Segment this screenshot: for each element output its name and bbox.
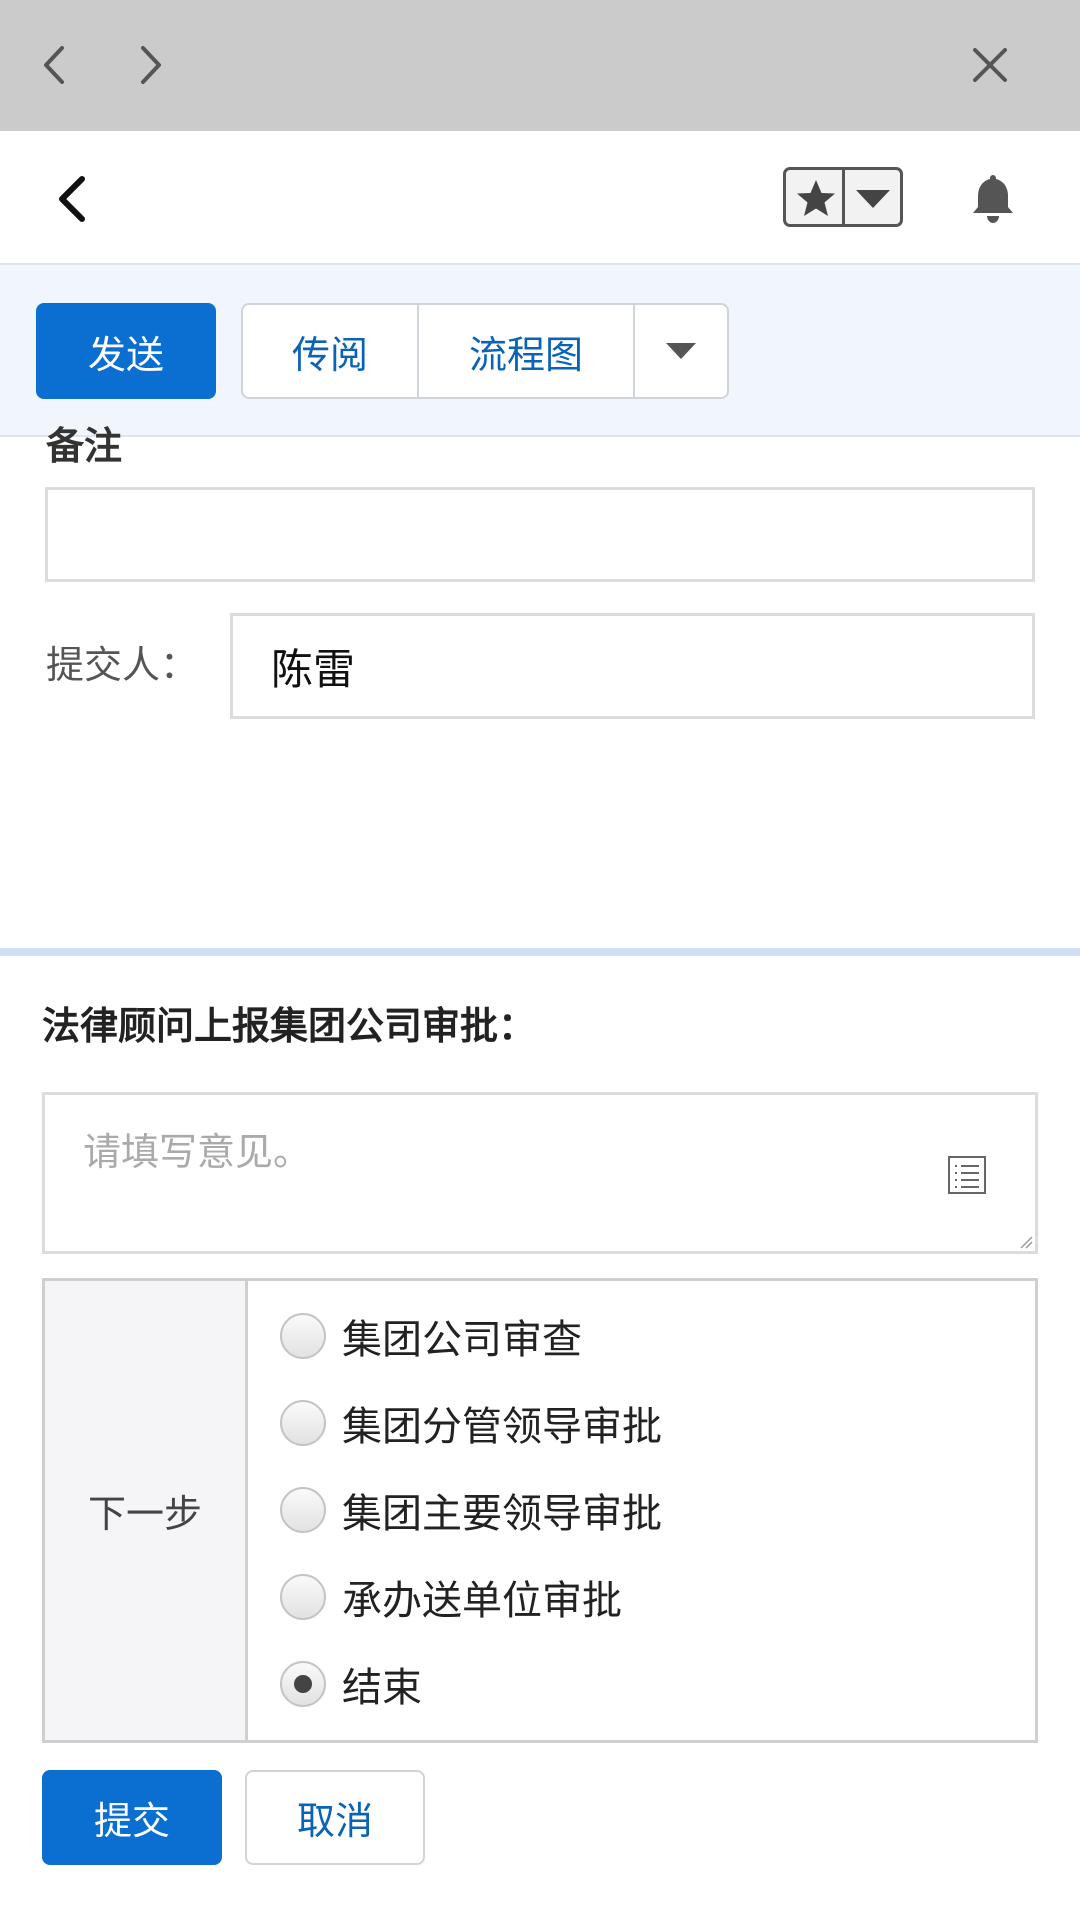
remark-label: 备注 bbox=[46, 426, 123, 466]
toolbar-button-group: 传阅 流程图 bbox=[241, 303, 729, 399]
opinion-placeholder: 请填写意见。 bbox=[83, 1130, 312, 1174]
action-toolbar: 发送 传阅 流程图 bbox=[0, 265, 1080, 437]
header-bar bbox=[0, 131, 1080, 265]
star-icon bbox=[797, 180, 835, 216]
next-step-option[interactable]: 集团主要领导审批 bbox=[280, 1480, 662, 1540]
option-label: 集团分管领导审批 bbox=[342, 1404, 662, 1450]
more-dropdown-button[interactable] bbox=[635, 305, 727, 397]
option-label: 集团主要领导审批 bbox=[342, 1491, 662, 1537]
close-icon[interactable] bbox=[965, 40, 1015, 90]
send-button[interactable]: 发送 bbox=[36, 303, 216, 399]
top-bar bbox=[0, 0, 1080, 131]
caret-down-icon[interactable] bbox=[854, 188, 892, 210]
next-step-label: 下一步 bbox=[45, 1281, 248, 1740]
radio-button-checked[interactable] bbox=[280, 1661, 326, 1707]
next-step-table: 下一步 集团公司审查 集团分管领导审批 集团主要领导审批 承办送单位审批 结束 bbox=[42, 1278, 1038, 1743]
bell-icon[interactable] bbox=[964, 169, 1022, 227]
submit-button[interactable]: 提交 bbox=[42, 1770, 222, 1865]
favorite-button[interactable] bbox=[783, 167, 903, 227]
list-icon[interactable] bbox=[947, 1155, 987, 1195]
remark-input[interactable] bbox=[45, 487, 1035, 582]
next-step-option[interactable]: 承办送单位审批 bbox=[280, 1567, 622, 1627]
option-label: 承办送单位审批 bbox=[342, 1578, 622, 1624]
opinion-textarea[interactable]: 请填写意见。 bbox=[42, 1092, 1038, 1254]
radio-button[interactable] bbox=[280, 1487, 326, 1533]
radio-button[interactable] bbox=[280, 1313, 326, 1359]
radio-button[interactable] bbox=[280, 1400, 326, 1446]
next-step-options: 集团公司审查 集团分管领导审批 集团主要领导审批 承办送单位审批 结束 bbox=[248, 1281, 1035, 1740]
chevron-right-icon[interactable] bbox=[125, 40, 175, 90]
back-icon[interactable] bbox=[48, 171, 98, 227]
submitter-field[interactable]: 陈雷 bbox=[230, 613, 1035, 719]
cancel-button[interactable]: 取消 bbox=[245, 1770, 425, 1865]
circulate-button[interactable]: 传阅 bbox=[243, 305, 419, 397]
caret-down-icon bbox=[666, 343, 696, 359]
section-divider bbox=[0, 948, 1080, 956]
submitter-label: 提交人： bbox=[46, 643, 199, 687]
approval-node-title: 法律顾问上报集团公司审批： bbox=[42, 1004, 537, 1048]
next-step-option[interactable]: 结束 bbox=[280, 1654, 422, 1714]
option-label: 集团公司审查 bbox=[342, 1317, 582, 1363]
next-step-option[interactable]: 集团分管领导审批 bbox=[280, 1393, 662, 1453]
chevron-left-icon[interactable] bbox=[30, 40, 80, 90]
resize-grip-icon[interactable] bbox=[1019, 1235, 1033, 1249]
radio-button[interactable] bbox=[280, 1574, 326, 1620]
next-step-option[interactable]: 集团公司审查 bbox=[280, 1306, 582, 1366]
flowchart-button[interactable]: 流程图 bbox=[419, 305, 635, 397]
favorite-divider bbox=[842, 170, 845, 224]
option-label: 结束 bbox=[342, 1665, 422, 1711]
